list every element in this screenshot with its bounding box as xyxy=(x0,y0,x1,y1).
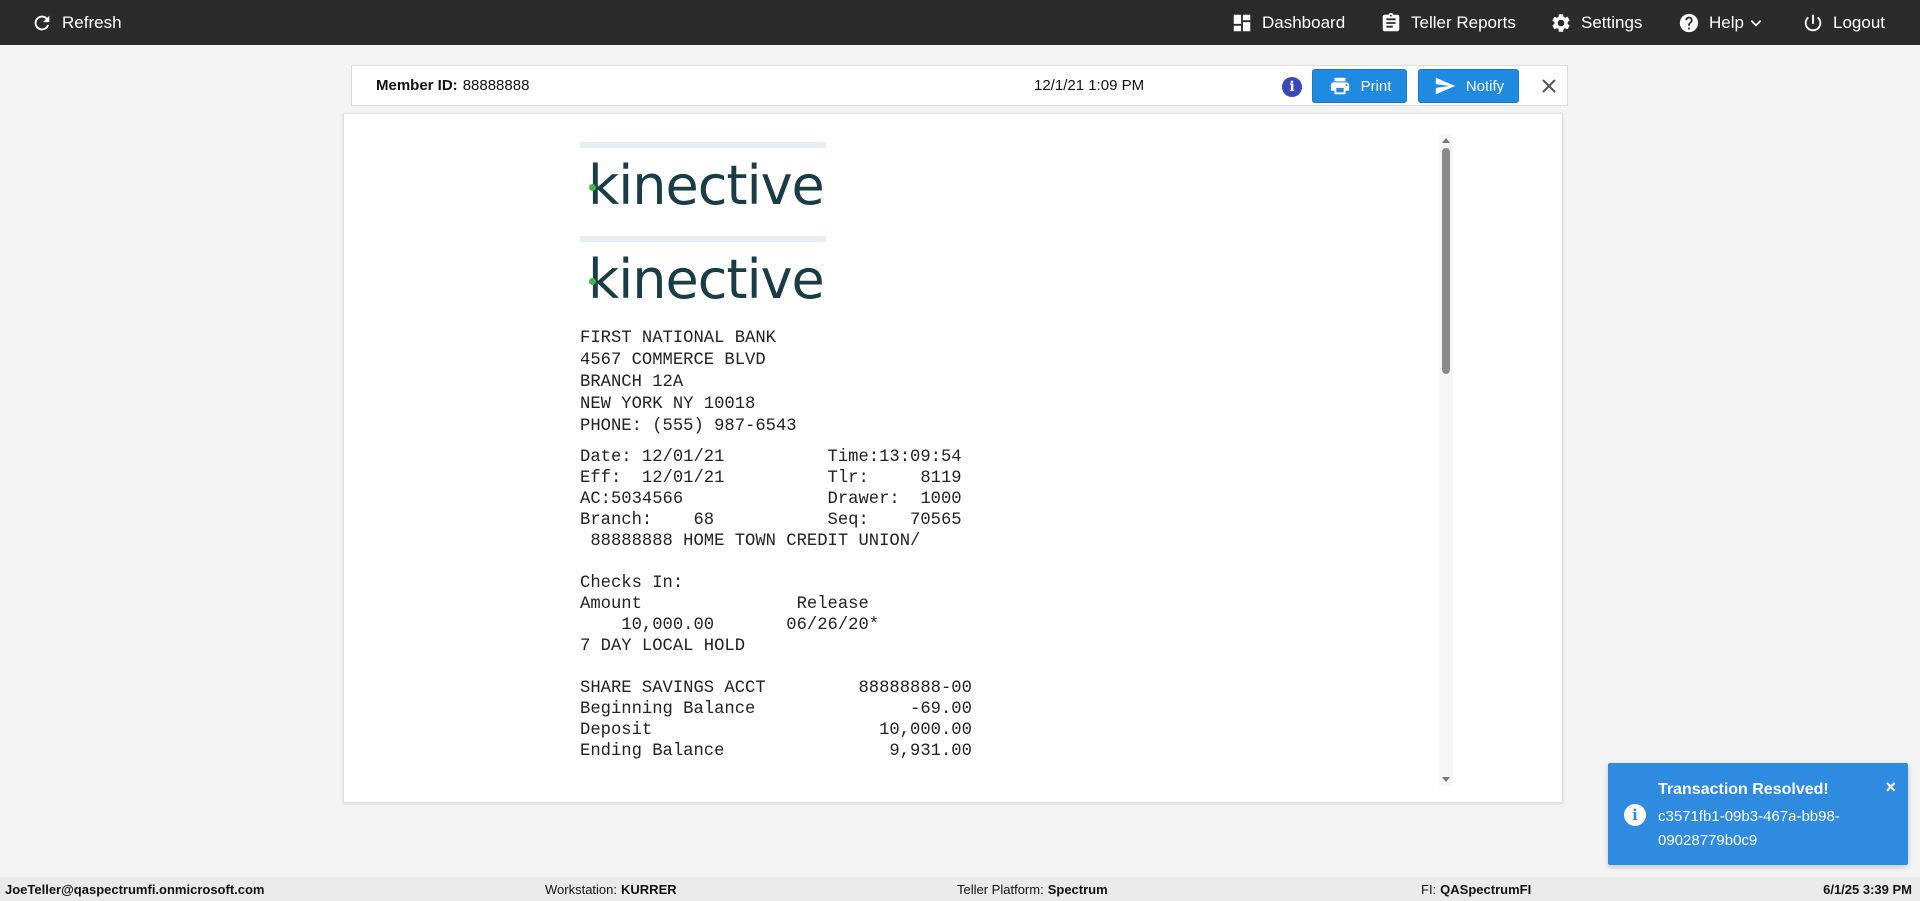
receipt-address: FIRST NATIONAL BANK 4567 COMMERCE BLVD B… xyxy=(580,329,797,436)
member-id: Member ID: 88888888 xyxy=(376,66,529,105)
clipboard-icon xyxy=(1382,12,1400,31)
gear-icon xyxy=(1552,13,1570,32)
logo-dot-icon xyxy=(589,184,596,191)
status-teller-platform: Teller Platform: Spectrum xyxy=(957,877,1108,901)
refresh-icon xyxy=(34,15,50,30)
workstation-label: Workstation: xyxy=(545,881,618,897)
logout-label: Logout xyxy=(1833,12,1885,32)
receipt-panel: kinective kinective FIRST NATIONAL BANK … xyxy=(343,113,1563,803)
notify-label: Notify xyxy=(1465,77,1505,95)
scroll-down-arrow[interactable] xyxy=(1442,777,1450,782)
status-user: JoeTeller@qaspectrumfi.onmicrosoft.com xyxy=(5,881,265,897)
status-bar: JoeTeller@qaspectrumfi.onmicrosoft.com W… xyxy=(0,877,1920,901)
refresh-button[interactable]: Refresh xyxy=(31,0,122,45)
dashboard-icon xyxy=(1233,14,1251,31)
scrollbar-thumb[interactable] xyxy=(1442,148,1450,374)
member-id-value: 88888888 xyxy=(462,77,530,94)
fi-label: FI: xyxy=(1421,881,1437,897)
send-icon xyxy=(1435,77,1455,95)
receipt-body: Date: 12/01/21 Time:13:09:54 Eff: 12/01/… xyxy=(580,448,972,761)
kinective-logo: kinective xyxy=(580,142,826,218)
teller-reports-button[interactable]: Teller Reports xyxy=(1380,0,1516,45)
printer-icon xyxy=(1330,77,1349,95)
transaction-datetime: 12/1/21 1:09 PM xyxy=(1034,77,1145,94)
workstation-value: KURRER xyxy=(621,881,677,897)
platform-value: Spectrum xyxy=(1047,881,1108,897)
logout-button[interactable]: Logout xyxy=(1802,0,1885,45)
status-workstation: Workstation: KURRER xyxy=(545,877,677,901)
print-label: Print xyxy=(1360,77,1392,95)
dashboard-label: Dashboard xyxy=(1262,12,1346,32)
close-button[interactable] xyxy=(1537,74,1561,98)
help-icon xyxy=(1679,13,1699,32)
notify-button[interactable]: Notify xyxy=(1418,69,1519,103)
kinective-logo-secondary: kinective xyxy=(580,236,826,312)
logo-text-secondary: kinective xyxy=(588,248,825,311)
status-datetime: 6/1/25 3:39 PM xyxy=(1823,881,1912,897)
top-navigation-bar: Refresh Dashboard Teller Reports Setting… xyxy=(0,0,1920,45)
toast-close-button[interactable]: × xyxy=(1885,777,1896,798)
teller-reports-label: Teller Reports xyxy=(1411,12,1516,32)
transaction-toast: i Transaction Resolved! c3571fb1-09b3-46… xyxy=(1608,763,1908,865)
member-header-bar: Member ID: 88888888 12/1/21 1:09 PM i Pr… xyxy=(351,65,1568,106)
status-fi: FI: QASpectrumFI xyxy=(1421,877,1531,901)
info-icon[interactable]: i xyxy=(1282,77,1302,97)
settings-button[interactable]: Settings xyxy=(1550,0,1642,45)
settings-label: Settings xyxy=(1581,12,1643,32)
print-button[interactable]: Print xyxy=(1312,69,1407,103)
help-label: Help xyxy=(1709,12,1744,32)
help-menu-button[interactable]: Help xyxy=(1678,0,1763,45)
logo-dot-icon xyxy=(589,278,596,285)
platform-label: Teller Platform: xyxy=(957,881,1044,897)
chevron-down-icon xyxy=(1750,19,1762,27)
dashboard-button[interactable]: Dashboard xyxy=(1231,0,1345,45)
refresh-label: Refresh xyxy=(62,12,122,32)
receipt-scrollbar[interactable] xyxy=(1439,134,1453,786)
close-icon xyxy=(1542,79,1556,93)
fi-value: QASpectrumFI xyxy=(1440,881,1532,897)
logo-text: kinective xyxy=(588,154,825,217)
power-icon xyxy=(1804,14,1822,31)
scroll-up-arrow[interactable] xyxy=(1442,138,1450,143)
toast-message: c3571fb1-09b3-467a-bb98-09028779b0c9 xyxy=(1658,808,1840,849)
info-icon: i xyxy=(1624,804,1646,826)
toast-title: Transaction Resolved! xyxy=(1658,781,1829,798)
member-id-label: Member ID: xyxy=(376,77,458,94)
